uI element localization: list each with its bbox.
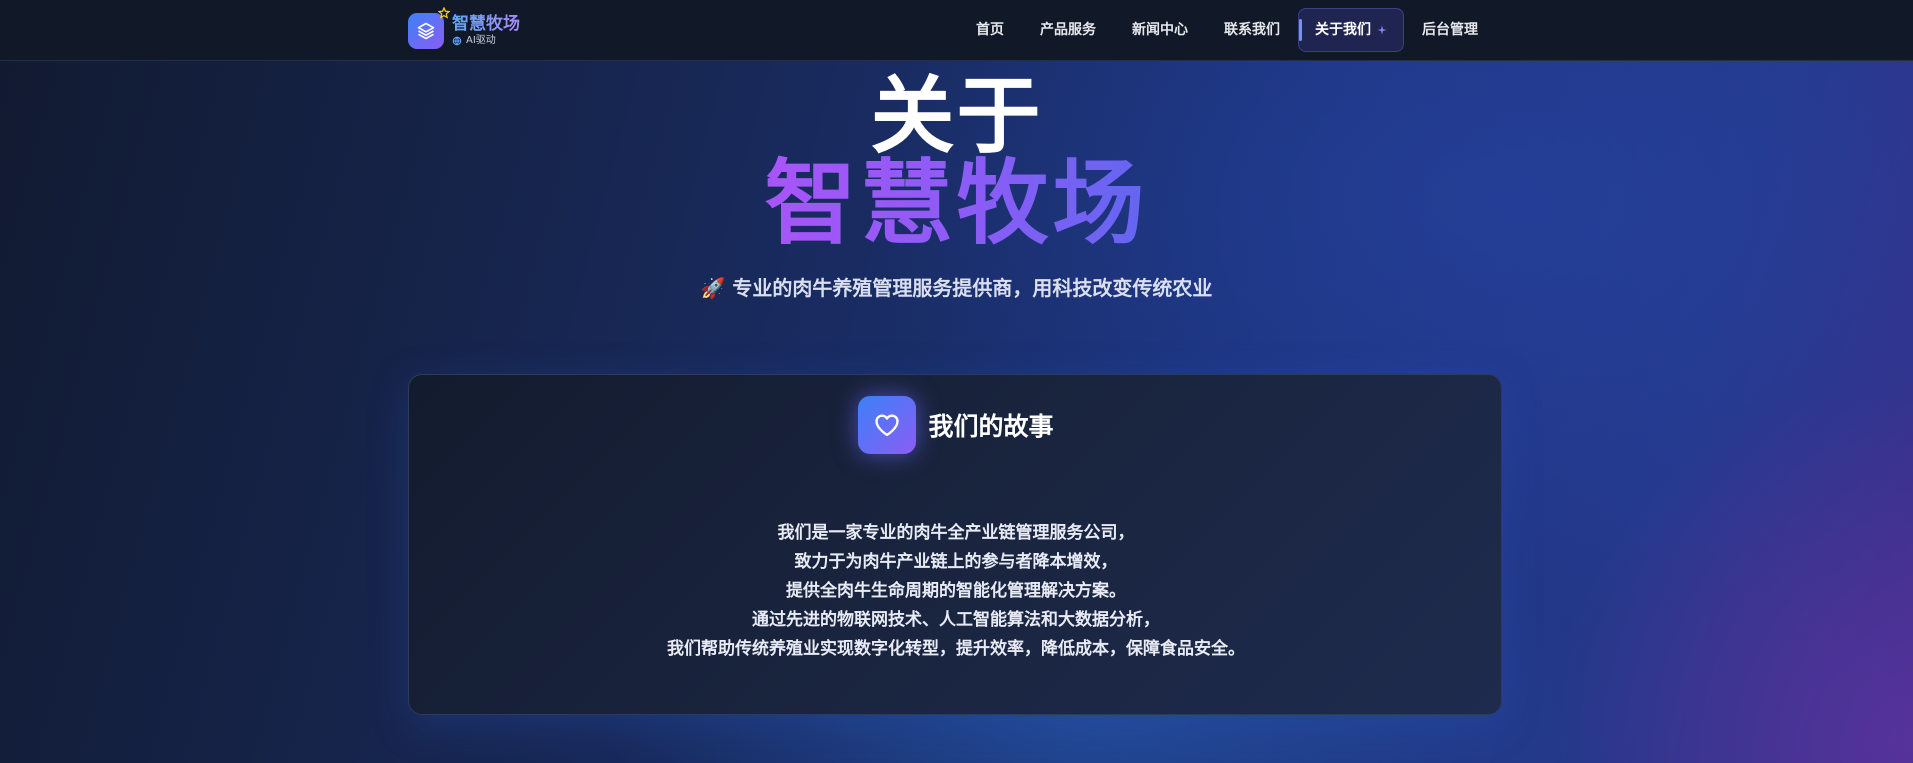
story-line: 我们是一家专业的肉牛全产业链管理服务公司， bbox=[777, 523, 1135, 543]
nav-item-products[interactable]: 产品服务 bbox=[1022, 8, 1114, 52]
story-line: 提供全肉牛生命周期的智能化管理解决方案。 bbox=[786, 581, 1126, 601]
brand-text: 智慧牧场 AI驱动 bbox=[452, 14, 520, 48]
hero-title-line2: 智慧牧场 bbox=[0, 154, 1913, 254]
heart-badge bbox=[858, 396, 917, 454]
nav-item-news[interactable]: 新闻中心 bbox=[1114, 8, 1206, 52]
brand[interactable]: 智慧牧场 AI驱动 bbox=[408, 7, 520, 50]
brand-logo bbox=[408, 7, 450, 49]
brand-subtitle: AI驱动 bbox=[452, 34, 520, 48]
layers-icon bbox=[417, 22, 435, 40]
nav-item-home[interactable]: 首页 bbox=[958, 8, 1022, 52]
nav-item-contact[interactable]: 联系我们 bbox=[1206, 8, 1298, 52]
story-line: 我们帮助传统养殖业实现数字化转型，提升效率，降低成本，保障食品安全。 bbox=[667, 639, 1245, 659]
sparkle-icon bbox=[1377, 25, 1387, 35]
story-line: 通过先进的物联网技术、人工智能算法和大数据分析， bbox=[752, 610, 1160, 630]
story-line: 致力于为肉牛产业链上的参与者降本增效， bbox=[794, 552, 1118, 572]
star-icon bbox=[438, 7, 450, 19]
story-card: 我们的故事 我们是一家专业的肉牛全产业链管理服务公司， 致力于为肉牛产业链上的参… bbox=[408, 374, 1502, 715]
brand-subtitle-text: AI驱动 bbox=[466, 35, 496, 46]
top-navbar: 智慧牧场 AI驱动 首页 产品服务 新闻中心 联系我们 关于我们 后台管理 bbox=[0, 0, 1913, 61]
heart-icon bbox=[875, 414, 900, 437]
hero-title-line1: 关于 bbox=[870, 67, 1043, 165]
story-body: 我们是一家专业的肉牛全产业链管理服务公司， 致力于为肉牛产业链上的参与者降本增效… bbox=[409, 519, 1503, 664]
globe-icon bbox=[452, 36, 462, 46]
main-nav: 首页 产品服务 新闻中心 联系我们 关于我们 后台管理 bbox=[958, 8, 1496, 52]
nav-item-admin[interactable]: 后台管理 bbox=[1404, 8, 1496, 52]
nav-item-about[interactable]: 关于我们 bbox=[1298, 8, 1404, 52]
hero-title-line2-text: 智慧牧场 bbox=[764, 150, 1149, 257]
story-title: 我们的故事 bbox=[928, 412, 1054, 441]
nav-item-about-label: 关于我们 bbox=[1315, 22, 1371, 38]
hero-subtitle: 🚀 专业的肉牛养殖管理服务提供商，用科技改变传统农业 bbox=[700, 276, 1213, 300]
story-header: 我们的故事 bbox=[409, 396, 1503, 454]
brand-name: 智慧牧场 bbox=[452, 14, 520, 34]
